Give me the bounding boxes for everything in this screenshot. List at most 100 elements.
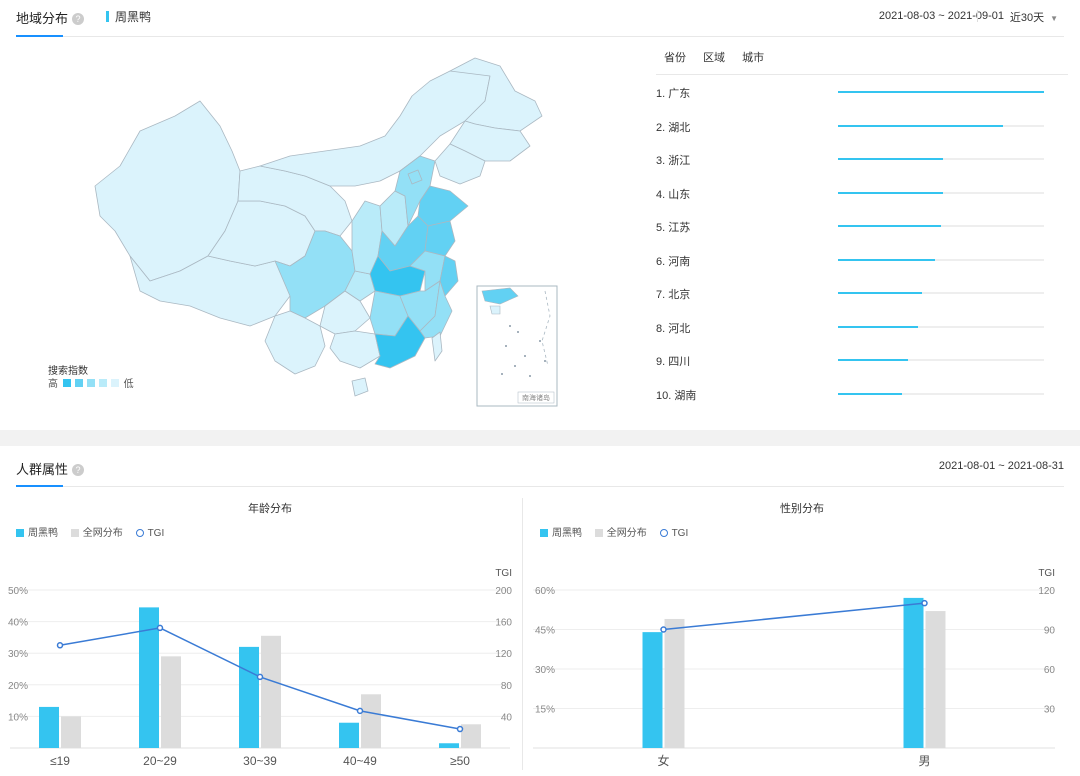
x-tick-label: ≤19	[50, 754, 70, 768]
ranking-bar-fill	[838, 325, 919, 328]
x-tick-label: 男	[918, 754, 930, 768]
bar-brand	[642, 632, 663, 748]
gender-chart-legend: 周黑鸭 全网分布 TGI	[540, 524, 698, 539]
legend-brand-swatch	[16, 529, 24, 537]
ranking-row: 8. 河北	[656, 317, 1056, 337]
rank-tab-area[interactable]: 区域	[703, 52, 725, 64]
rank-tab-city[interactable]: 城市	[742, 52, 764, 64]
ranking-row: 4. 山东	[656, 183, 1056, 203]
y-tick-label: 60%	[535, 586, 555, 597]
y2-axis-label: TGI	[1038, 568, 1055, 579]
legend-all-swatch	[594, 529, 603, 537]
ranking-label: 7. 北京	[656, 289, 691, 301]
map-province-jiangsu	[424, 220, 456, 257]
legend-swatch	[110, 379, 119, 387]
tgi-point	[256, 673, 264, 681]
bar-all	[361, 694, 381, 748]
tgi-point	[56, 642, 64, 649]
ranking-bar-fill	[838, 91, 1044, 93]
rank-tab-divider	[656, 74, 1068, 75]
bar-all	[61, 716, 81, 748]
tgi-line	[663, 602, 925, 631]
tgi-point	[921, 599, 928, 607]
tgi-point	[156, 624, 164, 632]
ranking-label: 9. 四川	[656, 356, 691, 368]
age-chart: 10% 20% 30% 40% 50% 40 80 120 160 200 TGI ≤19 20~29 3…	[8, 568, 513, 768]
ranking-label: 8. 河北	[656, 322, 691, 335]
ranking-row: 1. 广东	[656, 82, 1056, 102]
ranking-bar-track	[838, 191, 1044, 194]
age-chart-legend: 周黑鸭 全网分布 TGI	[16, 524, 174, 539]
bar-all	[261, 635, 281, 748]
tab-crowd-label: 人群属性	[16, 462, 69, 477]
help-icon[interactable]: ?	[72, 13, 85, 25]
ranking-bar-track	[838, 258, 1044, 261]
rank-tab-province[interactable]: 省份	[664, 52, 686, 64]
ranking-row: 6. 河南	[656, 250, 1056, 270]
tgi-point	[356, 707, 364, 715]
ranking-bar-track	[838, 292, 1044, 294]
y2-tick-label: 120	[1038, 586, 1055, 597]
ranking-row: 2. 湖北	[656, 116, 1056, 136]
y-tick-label: 10%	[8, 712, 28, 723]
ranking-bar-fill	[838, 292, 923, 294]
x-tick-label: 30~39	[243, 754, 277, 768]
legend-high-label: 高	[48, 379, 58, 390]
y2-tick-label: 120	[495, 649, 512, 660]
map-province-guangxi	[329, 330, 381, 369]
legend-brand-swatch	[540, 529, 548, 537]
y2-tick-label: 160	[495, 618, 512, 629]
ranking-label: 10. 湖南	[656, 389, 697, 402]
inset-label: 南海诸岛	[522, 393, 550, 402]
gender-chart: 15% 30% 45% 60% 30 60 90 120 TGI 女 男	[533, 568, 1055, 768]
tab-underline	[16, 485, 63, 487]
y2-tick-label: 200	[495, 586, 512, 597]
ranking-bar-fill	[838, 359, 909, 361]
tab-region[interactable]: 地域分布?	[16, 8, 85, 27]
x-tick-label: 女	[657, 753, 669, 768]
map-province-hainan	[351, 377, 369, 397]
ranking-label: 3. 浙江	[656, 155, 691, 167]
ranking-bar-fill	[838, 392, 902, 395]
ranking-bar-track	[838, 225, 1044, 227]
crowd-date-range: 2021-08-01 ~ 2021-08-31	[938, 460, 1064, 472]
legend-all-swatch	[70, 529, 79, 537]
y2-tick-label: 40	[501, 712, 513, 723]
ranking-bar-track	[838, 392, 1044, 395]
x-tick-label: 40~49	[343, 754, 377, 768]
legend-brand: 周黑鸭	[28, 528, 58, 539]
legend-all: 全网分布	[606, 528, 647, 539]
region-tabbar: 地域分布? 周黑鸭 2021-08-03 ~ 2021-09-01 近30天 ▼	[16, 0, 1064, 37]
bar-brand	[39, 706, 59, 748]
y-tick-label: 40%	[8, 618, 28, 629]
bar-all	[925, 611, 946, 748]
map-province-yunnan	[264, 310, 326, 375]
tgi-point	[660, 626, 667, 633]
legend-low-label: 低	[123, 379, 134, 390]
ranking-bar-fill	[838, 258, 935, 261]
south-sea-inset	[476, 285, 558, 407]
ranking-label: 6. 河南	[656, 255, 691, 268]
range-select-label: 近30天	[1009, 12, 1045, 24]
y-tick-label: 15%	[535, 705, 555, 716]
x-tick-label: ≥50	[450, 754, 470, 768]
keyword-label: 周黑鸭	[115, 10, 152, 24]
ranking-row: 3. 浙江	[656, 149, 1056, 169]
legend-brand: 周黑鸭	[552, 528, 582, 539]
y-tick-label: 30%	[535, 665, 555, 676]
x-tick-label: 20~29	[143, 754, 177, 768]
keyword-tag: 周黑鸭	[106, 8, 151, 25]
tab-crowd[interactable]: 人群属性?	[16, 459, 85, 478]
help-icon[interactable]: ?	[72, 464, 85, 476]
map-legend: 高 低	[48, 375, 134, 390]
bar-all	[461, 724, 481, 748]
bar-all	[664, 618, 685, 748]
range-select[interactable]: 近30天 ▼	[1010, 9, 1058, 25]
age-chart-title: 年龄分布	[248, 503, 292, 515]
ranking-row: 5. 江苏	[656, 216, 1056, 236]
gender-chart-title: 性别分布	[780, 503, 824, 515]
legend-swatch	[62, 379, 71, 387]
ranking-row: 10. 湖南	[656, 384, 1056, 404]
date-divider	[977, 10, 978, 22]
keyword-color-swatch	[106, 11, 109, 22]
